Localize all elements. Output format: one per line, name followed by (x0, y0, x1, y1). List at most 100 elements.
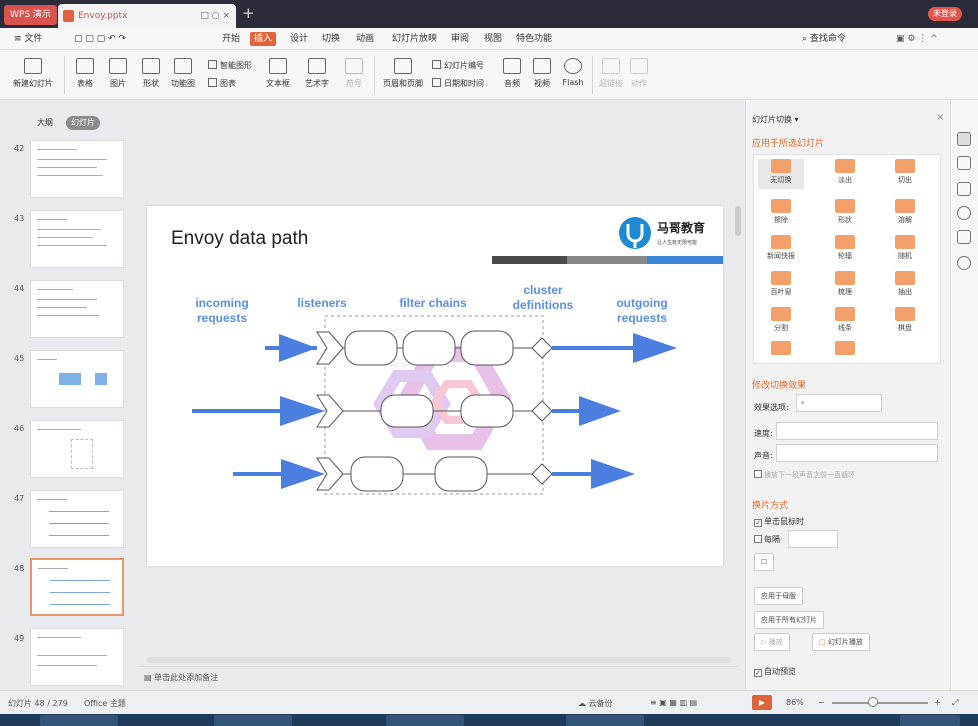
hyperlink-button[interactable]: 超链接 (596, 58, 626, 89)
slide-thumbnail-selected[interactable] (30, 558, 124, 616)
apply-master-button[interactable]: 应用于母版 (754, 587, 803, 605)
table-button[interactable]: 表格 (70, 58, 100, 89)
video-button[interactable]: 视频 (528, 58, 556, 89)
slide-thumbnail[interactable] (30, 490, 124, 548)
slide-thumbnail[interactable] (30, 280, 124, 338)
picture-button[interactable]: 图片 (103, 58, 133, 89)
transition-item[interactable]: 抽出 (882, 271, 928, 297)
menu-item-view[interactable]: 视图 (480, 32, 506, 46)
close-icon[interactable]: × (936, 112, 944, 123)
zoom-in-icon[interactable]: + (934, 698, 941, 707)
taskbar-app[interactable] (566, 715, 644, 726)
fit-window-icon[interactable]: ⤢ (952, 698, 958, 708)
tab-outline[interactable]: 大纲 (32, 116, 58, 130)
transition-item[interactable]: 无切换 (758, 159, 804, 189)
menu-item-design[interactable]: 设计 (286, 32, 312, 46)
shape-panel-icon[interactable] (957, 230, 971, 244)
header-footer-button[interactable]: 页眉和页脚 (380, 58, 426, 89)
autopreview-option[interactable]: ✓ 自动预览 (754, 666, 796, 677)
system-tray[interactable] (900, 715, 960, 726)
menu-item-review[interactable]: 审阅 (447, 32, 473, 46)
zoom-out-icon[interactable]: − (818, 698, 825, 707)
slide-canvas[interactable]: Envoy data path 马哥教育 让人生有无限可能 incoming re… (147, 206, 723, 566)
file-menu[interactable]: ≡ 文件 (10, 32, 46, 46)
menu-item-transition[interactable]: 切换 (318, 32, 344, 46)
on-click-checkbox[interactable]: ✓ (754, 519, 762, 527)
menu-item-special[interactable]: 特色功能 (512, 32, 556, 46)
panel-title[interactable]: 幻灯片切换 ▾ (752, 114, 799, 125)
quick-access-icons[interactable]: ▢ ▢ ▢ ↶ ↷ (70, 32, 130, 46)
menu-item-insert[interactable]: 插入 (250, 32, 277, 46)
function-chart-button[interactable]: 功能图 (166, 58, 200, 89)
share-icon[interactable] (957, 156, 971, 170)
menu-item-home[interactable]: 开始 (218, 32, 244, 46)
zoom-level[interactable]: 86% (786, 698, 804, 707)
loop-sound-option[interactable]: 播放下一段声音之前一直循环 (754, 470, 855, 480)
loop-checkbox[interactable] (754, 470, 762, 478)
effect-option-select[interactable]: ▾ (796, 394, 882, 412)
taskbar-app[interactable] (386, 715, 464, 726)
transition-item[interactable]: 轮辐 (822, 235, 868, 261)
art-text-button[interactable]: 艺术字 (300, 58, 334, 89)
slide-thumbnail[interactable] (30, 140, 124, 198)
every-checkbox[interactable] (754, 535, 762, 543)
speed-input[interactable] (776, 422, 938, 440)
play-button[interactable]: ▷ 播放 (754, 633, 790, 651)
wps-app-button[interactable]: WPS 演示 (4, 5, 57, 25)
view-buttons[interactable]: ≡ ▣ ▦ ▥ ▤ (650, 698, 697, 707)
taskbar-app[interactable] (40, 715, 118, 726)
cloud-backup[interactable]: ☁ 云备份 (578, 698, 613, 709)
transition-item[interactable] (758, 341, 804, 357)
transition-item[interactable]: 随机 (882, 235, 928, 261)
audio-button[interactable]: 音频 (498, 58, 526, 89)
flash-button[interactable]: Flash (558, 58, 588, 87)
notes-area[interactable]: ▤ 单击此处添加备注 (138, 666, 738, 688)
login-button[interactable]: 未登录 (928, 7, 962, 21)
transition-item[interactable]: 擦除 (758, 199, 804, 225)
tab-controls[interactable]: □ ○ × (200, 4, 230, 28)
every-option[interactable]: 每隔 (754, 534, 780, 545)
menu-item-slideshow[interactable]: 幻灯片放映 (388, 32, 441, 46)
star-icon[interactable] (957, 182, 971, 196)
tab-slides[interactable]: 幻灯片 (66, 116, 100, 130)
history-icon[interactable] (957, 256, 971, 270)
slide-thumbnail[interactable] (30, 628, 124, 686)
search-command[interactable]: ⌕ 查找命令 (798, 32, 850, 46)
new-slide-button[interactable]: 新建幻灯片 (8, 58, 58, 89)
date-time-button[interactable]: 日期和时间 (432, 78, 484, 89)
zoom-slider[interactable] (832, 702, 928, 704)
shape-button[interactable]: 形状 (136, 58, 166, 89)
transition-item[interactable]: 切出 (882, 159, 928, 185)
transition-item[interactable]: 新闻快报 (758, 235, 804, 261)
help-icon[interactable] (957, 206, 971, 220)
smart-graphic-button[interactable]: 智能图形 (208, 60, 252, 71)
transition-item[interactable]: 溶解 (882, 199, 928, 225)
slide-thumbnail[interactable] (30, 350, 124, 408)
transition-item[interactable]: 百叶窗 (758, 271, 804, 297)
sound-ok-button[interactable]: ☐ (754, 553, 775, 571)
slideshow-button[interactable]: ▢ 幻灯片播放 (812, 633, 870, 651)
apply-all-button[interactable]: 应用于所有幻灯片 (754, 611, 824, 629)
menu-item-animation[interactable]: 动画 (352, 32, 378, 46)
sound-select[interactable] (776, 444, 938, 462)
zoom-slider-handle[interactable] (868, 697, 878, 707)
taskbar-app[interactable] (214, 715, 292, 726)
chart-button[interactable]: 图表 (208, 78, 236, 89)
symbol-button[interactable]: 符号 (340, 58, 368, 89)
transition-panel-icon[interactable] (957, 132, 971, 146)
action-button[interactable]: 动作 (626, 58, 652, 89)
autopreview-checkbox[interactable]: ✓ (754, 669, 762, 677)
window-controls[interactable]: ▣ ⚙ ⋮ ^ (892, 32, 942, 46)
textbox-button[interactable]: 文本框 (262, 58, 294, 89)
transition-item[interactable]: 形状 (822, 199, 868, 225)
canvas-horizontal-scrollbar[interactable] (147, 657, 731, 663)
transition-item[interactable]: 分割 (758, 307, 804, 333)
document-tab[interactable]: Envoy.pptx □ ○ × (58, 4, 236, 28)
transition-item[interactable] (822, 341, 868, 357)
play-slideshow-icon[interactable]: ▶ (752, 695, 772, 710)
transition-item[interactable]: 线条 (822, 307, 868, 333)
on-click-option[interactable]: ✓ 单击鼠标时 (754, 516, 804, 527)
every-time-input[interactable] (788, 530, 838, 548)
slide-thumbnail[interactable] (30, 420, 124, 478)
transition-item[interactable]: 梳理 (822, 271, 868, 297)
